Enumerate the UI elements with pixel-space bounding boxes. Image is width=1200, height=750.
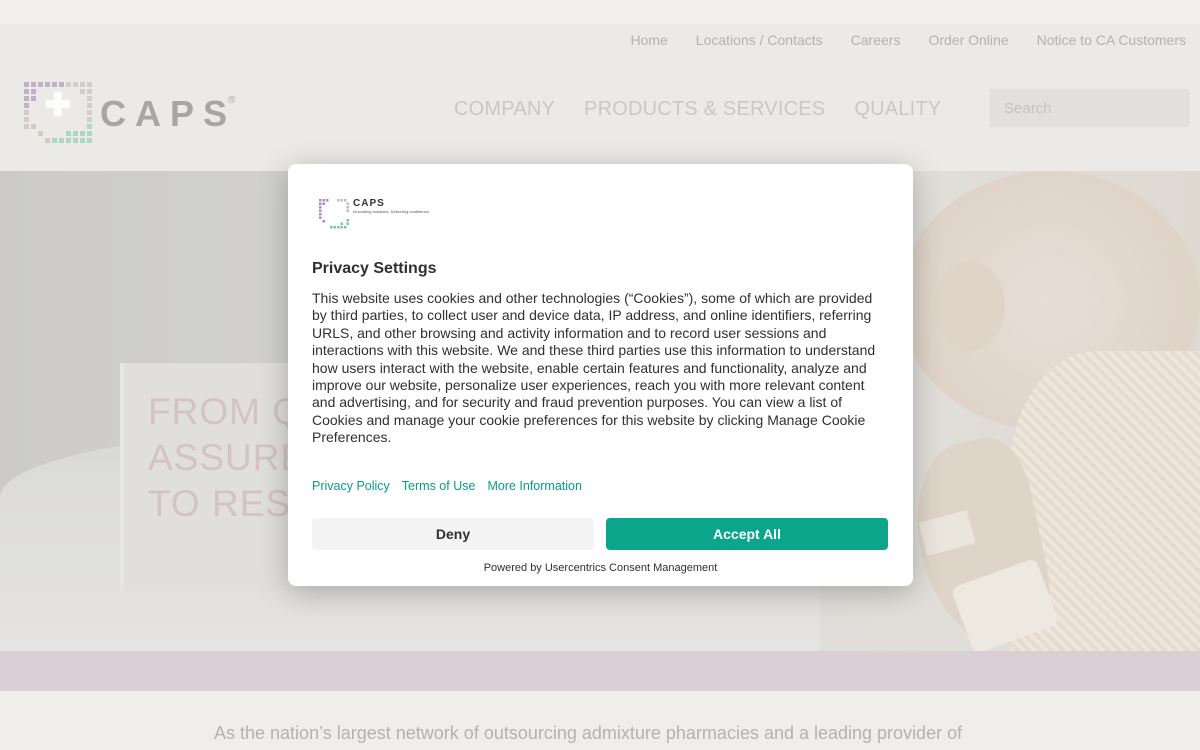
deny-button[interactable]: Deny	[312, 518, 594, 550]
terms-of-use-link[interactable]: Terms of Use	[402, 479, 476, 493]
privacy-policy-link[interactable]: Privacy Policy	[312, 479, 390, 493]
dialog-logo-tagline: Innovating solutions. Delivering confide…	[353, 209, 430, 214]
caps-logo-icon	[319, 199, 349, 229]
privacy-settings-dialog: CAPS Innovating solutions. Delivering co…	[288, 164, 913, 586]
more-information-link[interactable]: More Information	[487, 479, 581, 493]
dialog-logo-name: CAPS	[353, 198, 385, 209]
dialog-title: Privacy Settings	[312, 260, 437, 277]
dialog-logo: CAPS Innovating solutions. Delivering co…	[318, 198, 430, 230]
dialog-links: Privacy Policy Terms of Use More Informa…	[312, 479, 594, 493]
accept-all-button[interactable]: Accept All	[606, 518, 888, 550]
dialog-body-text: This website uses cookies and other tech…	[312, 290, 876, 446]
powered-by-text: Powered by Usercentrics Consent Manageme…	[483, 562, 718, 574]
